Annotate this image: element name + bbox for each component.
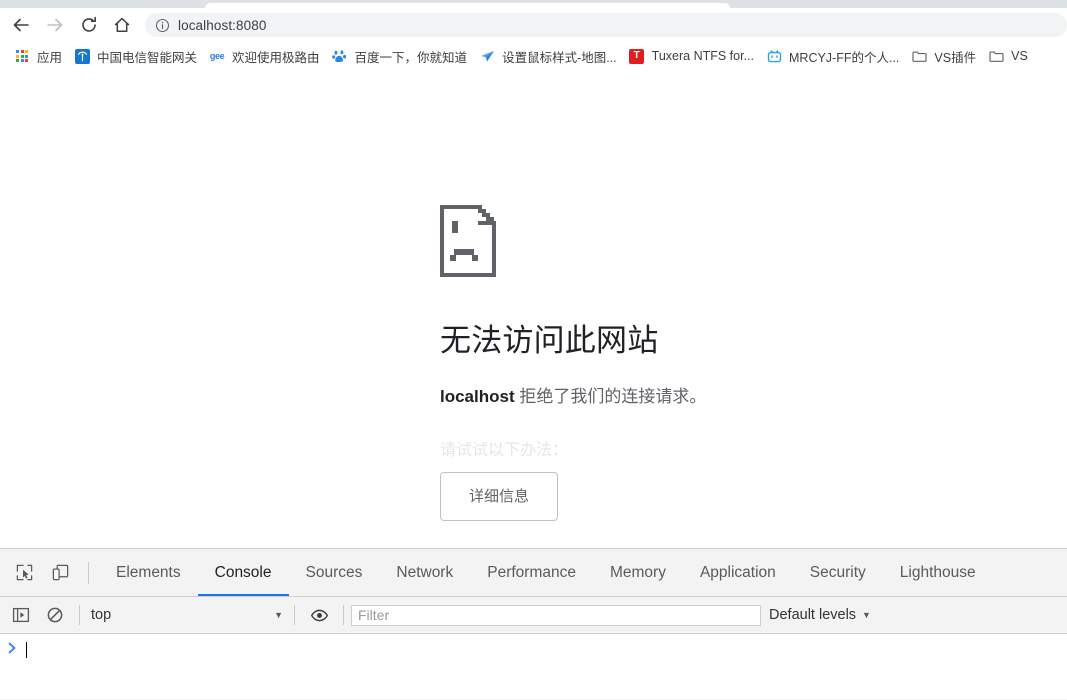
- bookmark-label: VS: [1011, 49, 1028, 63]
- bookmark-label: 欢迎使用极路由: [232, 50, 320, 65]
- chevron-down-icon: ▼: [274, 610, 283, 620]
- console-filter-placeholder: Filter: [358, 607, 390, 623]
- tuxera-favicon-icon: T: [629, 48, 645, 64]
- devtools-tab-bar: Elements Console Sources Network Perform…: [0, 549, 1067, 597]
- gee-favicon-icon: gee: [209, 50, 225, 61]
- page-viewport: 无法访问此网站 localhost 拒绝了我们的连接请求。 请试试以下办法： 详…: [0, 70, 1067, 548]
- bookmark-gee[interactable]: gee 欢迎使用极路由: [203, 45, 326, 67]
- bookmark-label: 设置鼠标样式-地图...: [502, 50, 617, 65]
- bookmark-apps[interactable]: 应用: [8, 45, 68, 67]
- baidu-favicon-icon: [332, 48, 348, 64]
- error-subtitle: localhost 拒绝了我们的连接请求。: [440, 385, 1000, 409]
- inspect-element-icon[interactable]: [6, 549, 42, 596]
- address-bar[interactable]: localhost:8080: [145, 13, 1067, 37]
- address-bar-url: localhost:8080: [178, 17, 267, 33]
- console-toolbar: top ▼ Filter Default levels ▼: [0, 597, 1067, 634]
- error-title: 无法访问此网站: [440, 323, 659, 358]
- map-favicon-icon: [479, 48, 495, 64]
- toolbar-divider: [294, 605, 295, 625]
- browser-window: localhost:8080 应用 中国电信智能网关 gee 欢迎使用极路由 百…: [0, 0, 1067, 700]
- tab-strip: [0, 0, 1067, 8]
- error-hint: 请试试以下办法：: [440, 441, 569, 459]
- bookmark-label: VS插件: [934, 50, 977, 65]
- back-button[interactable]: [6, 10, 36, 40]
- folder-icon: [911, 48, 927, 64]
- tab-network[interactable]: Network: [379, 549, 470, 596]
- devtools-panel: Elements Console Sources Network Perform…: [0, 548, 1067, 700]
- folder-icon: [988, 48, 1004, 64]
- tab-application[interactable]: Application: [683, 549, 793, 596]
- error-details-button[interactable]: 详细信息: [440, 471, 559, 521]
- bookmark-label: MRCYJ-FF的个人...: [789, 50, 900, 65]
- console-prompt[interactable]: [0, 640, 27, 660]
- bookmark-folder-vs-plugins[interactable]: VS插件: [905, 45, 982, 67]
- toolbar-divider: [88, 561, 89, 584]
- reload-button[interactable]: [74, 10, 104, 40]
- console-filter-input[interactable]: Filter: [351, 604, 761, 626]
- home-button[interactable]: [107, 10, 137, 40]
- forward-button[interactable]: [40, 10, 70, 40]
- bookmarks-bar: 应用 中国电信智能网关 gee 欢迎使用极路由 百度一下，你就知道 设置鼠标样式…: [0, 42, 1067, 70]
- bookmark-label: Tuxera NTFS for...: [651, 49, 754, 63]
- console-text-cursor: [26, 642, 27, 658]
- bilibili-favicon-icon: [766, 48, 782, 64]
- bookmark-tuxera[interactable]: T Tuxera NTFS for...: [623, 45, 760, 67]
- toolbar-divider: [79, 605, 80, 625]
- chevron-down-icon: ▼: [862, 610, 871, 620]
- log-levels-value: Default levels: [769, 607, 857, 623]
- bookmark-map-cursor[interactable]: 设置鼠标样式-地图...: [473, 45, 623, 67]
- tab-sources[interactable]: Sources: [289, 549, 380, 596]
- error-host: localhost: [440, 387, 515, 407]
- tab-performance[interactable]: Performance: [470, 549, 593, 596]
- bookmark-folder-vs[interactable]: VS: [982, 45, 1034, 67]
- tab-memory[interactable]: Memory: [593, 549, 683, 596]
- console-output-area[interactable]: [0, 634, 1067, 699]
- console-sidebar-icon[interactable]: [4, 606, 38, 624]
- bookmark-label: 百度一下，你就知道: [354, 50, 468, 65]
- info-circle-icon[interactable]: [153, 16, 171, 34]
- bookmark-telecom[interactable]: 中国电信智能网关: [68, 45, 203, 67]
- tab-security[interactable]: Security: [793, 549, 883, 596]
- tab-lighthouse[interactable]: Lighthouse: [883, 549, 993, 596]
- error-subtitle-rest: 拒绝了我们的连接请求。: [514, 387, 707, 407]
- bookmark-label: 中国电信智能网关: [97, 50, 198, 65]
- sad-page-icon: [440, 205, 496, 277]
- bookmark-baidu[interactable]: 百度一下，你就知道: [326, 45, 474, 67]
- bookmark-bilibili[interactable]: MRCYJ-FF的个人...: [760, 45, 905, 67]
- tab-elements[interactable]: Elements: [99, 549, 198, 596]
- execution-context-value: top: [91, 607, 112, 623]
- browser-toolbar: localhost:8080: [0, 8, 1067, 42]
- log-levels-select[interactable]: Default levels ▼: [769, 607, 871, 623]
- error-page: 无法访问此网站 localhost 拒绝了我们的连接请求。 请试试以下办法： 详…: [440, 205, 1000, 521]
- device-toolbar-icon[interactable]: [42, 549, 78, 596]
- execution-context-select[interactable]: top ▼: [87, 607, 287, 623]
- apps-grid-icon: [14, 48, 30, 64]
- bookmark-label: 应用: [37, 50, 63, 65]
- clear-console-icon[interactable]: [38, 606, 72, 624]
- telecom-favicon-icon: [74, 48, 90, 64]
- live-expression-eye-icon[interactable]: [302, 606, 336, 625]
- console-prompt-chevron-icon: [0, 642, 26, 658]
- tab-console[interactable]: Console: [197, 549, 289, 596]
- toolbar-divider: [343, 605, 344, 625]
